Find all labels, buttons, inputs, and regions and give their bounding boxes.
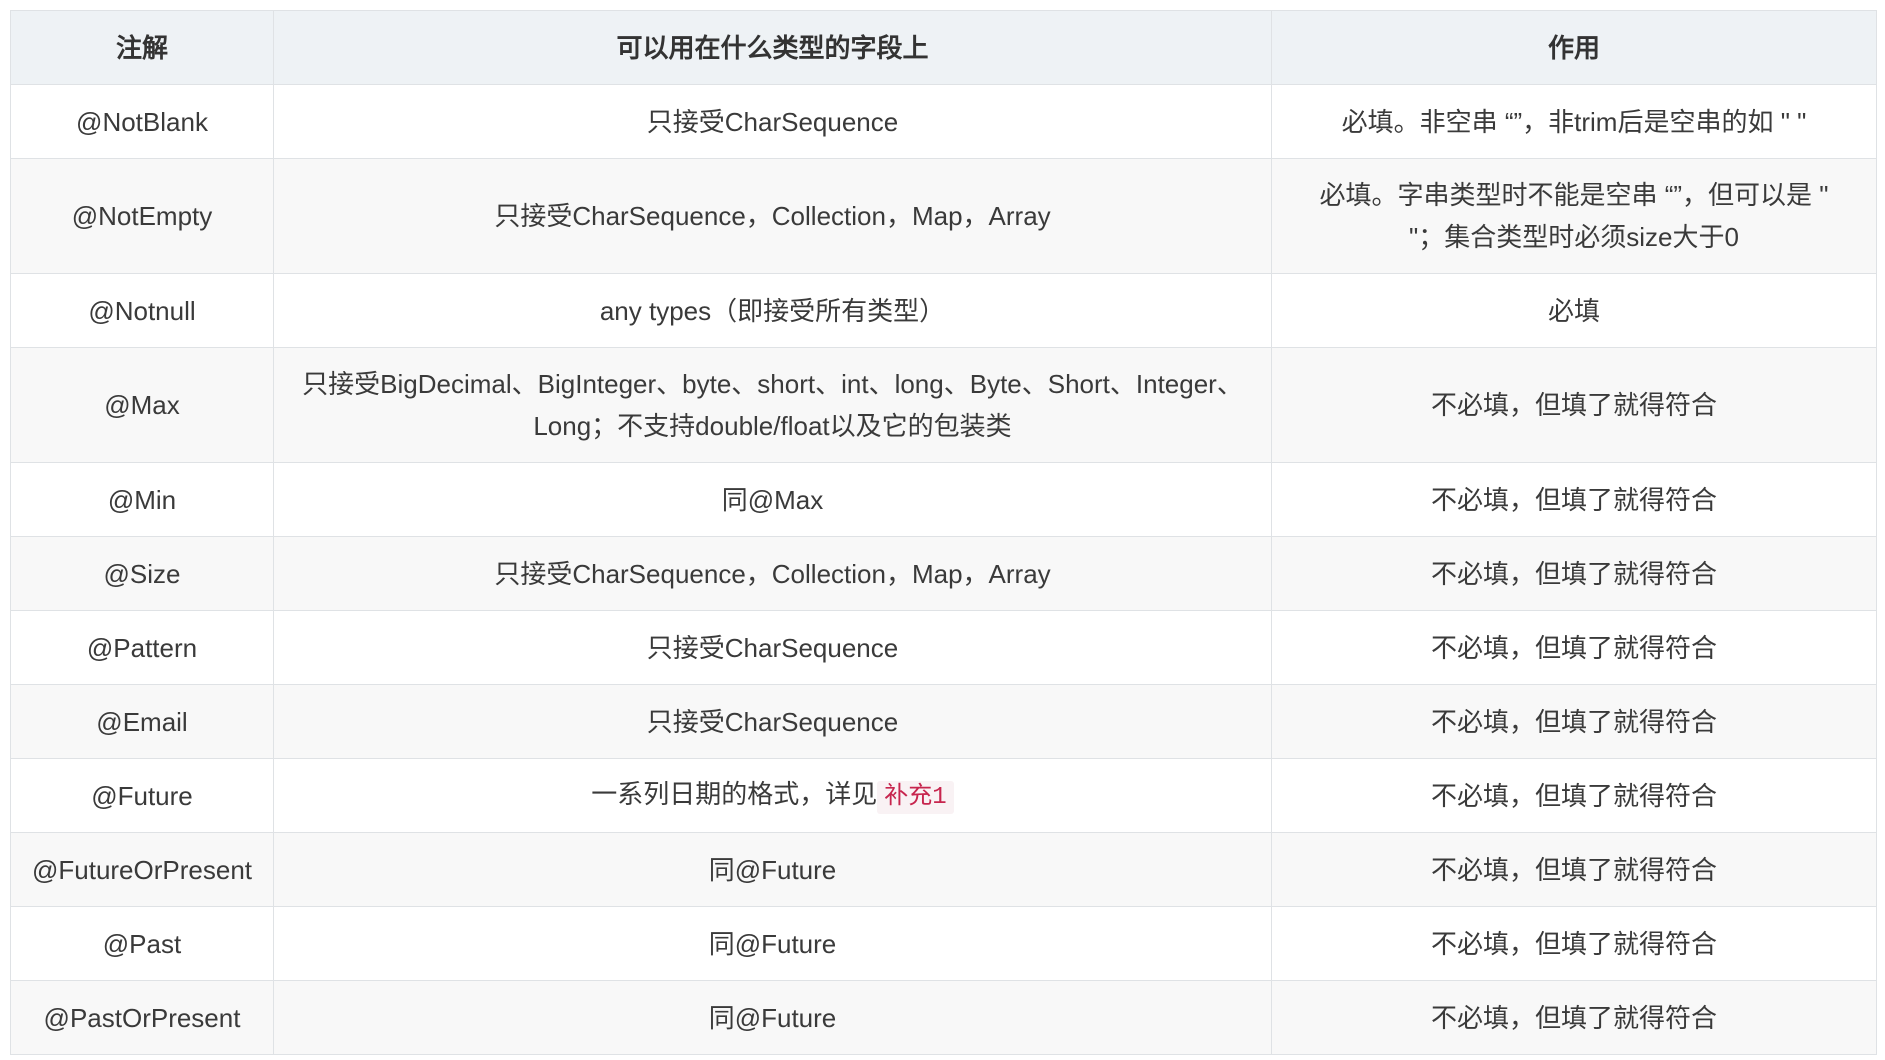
annotation-cell: @Notnull bbox=[10, 273, 274, 348]
types-cell: any types（即接受所有类型） bbox=[273, 273, 1272, 348]
column-header-effect: 作用 bbox=[1271, 10, 1877, 85]
types-cell: 只接受CharSequence，Collection，Map，Array bbox=[273, 536, 1272, 611]
table-header: 注解 可以用在什么类型的字段上 作用 bbox=[10, 10, 1877, 85]
table-row: @Future 一系列日期的格式，详见 补充1 不必填，但填了就得符合 bbox=[10, 758, 1877, 833]
table-body: @NotBlank 只接受CharSequence 必填。非空串 “”，非tri… bbox=[10, 84, 1877, 1055]
types-cell: 同@Future bbox=[273, 980, 1272, 1055]
table-row: @Pattern 只接受CharSequence 不必填，但填了就得符合 bbox=[10, 610, 1877, 685]
table-row: @NotEmpty 只接受CharSequence，Collection，Map… bbox=[10, 158, 1877, 274]
types-text: 一系列日期的格式，详见 bbox=[591, 778, 878, 809]
annotation-cell: @NotEmpty bbox=[10, 158, 274, 274]
types-cell: 同@Future bbox=[273, 906, 1272, 981]
effect-cell: 不必填，但填了就得符合 bbox=[1271, 980, 1877, 1055]
annotation-cell: @Min bbox=[10, 462, 274, 537]
table-row: @NotBlank 只接受CharSequence 必填。非空串 “”，非tri… bbox=[10, 84, 1877, 159]
annotation-cell: @Pattern bbox=[10, 610, 274, 685]
annotation-cell: @NotBlank bbox=[10, 84, 274, 159]
table-container: 注解 可以用在什么类型的字段上 作用 @NotBlank 只接受CharSequ… bbox=[10, 10, 1877, 1055]
effect-cell: 不必填，但填了就得符合 bbox=[1271, 462, 1877, 537]
table-row: @Size 只接受CharSequence，Collection，Map，Arr… bbox=[10, 536, 1877, 611]
table-row: @PastOrPresent 同@Future 不必填，但填了就得符合 bbox=[10, 980, 1877, 1055]
types-cell: 同@Max bbox=[273, 462, 1272, 537]
types-cell: 同@Future bbox=[273, 832, 1272, 907]
effect-cell: 不必填，但填了就得符合 bbox=[1271, 906, 1877, 981]
types-cell: 只接受BigDecimal、BigInteger、byte、short、int、… bbox=[273, 347, 1272, 463]
inline-code-reference: 补充1 bbox=[877, 780, 954, 814]
validation-annotations-table: 注解 可以用在什么类型的字段上 作用 @NotBlank 只接受CharSequ… bbox=[10, 10, 1877, 1055]
column-header-types: 可以用在什么类型的字段上 bbox=[273, 10, 1272, 85]
types-cell: 只接受CharSequence，Collection，Map，Array bbox=[273, 158, 1272, 274]
effect-cell: 不必填，但填了就得符合 bbox=[1271, 536, 1877, 611]
types-cell: 只接受CharSequence bbox=[273, 84, 1272, 159]
annotation-cell: @Size bbox=[10, 536, 274, 611]
header-row: 注解 可以用在什么类型的字段上 作用 bbox=[10, 10, 1877, 85]
effect-cell: 不必填，但填了就得符合 bbox=[1271, 832, 1877, 907]
annotation-cell: @FutureOrPresent bbox=[10, 832, 274, 907]
effect-cell: 必填 bbox=[1271, 273, 1877, 348]
annotation-cell: @PastOrPresent bbox=[10, 980, 274, 1055]
annotation-cell: @Email bbox=[10, 684, 274, 759]
table-row: @Email 只接受CharSequence 不必填，但填了就得符合 bbox=[10, 684, 1877, 759]
types-cell: 只接受CharSequence bbox=[273, 684, 1272, 759]
column-header-annotation: 注解 bbox=[10, 10, 274, 85]
annotation-cell: @Past bbox=[10, 906, 274, 981]
table-row: @Past 同@Future 不必填，但填了就得符合 bbox=[10, 906, 1877, 981]
annotation-cell: @Max bbox=[10, 347, 274, 463]
effect-cell: 不必填，但填了就得符合 bbox=[1271, 347, 1877, 463]
effect-cell: 必填。非空串 “”，非trim后是空串的如 " " bbox=[1271, 84, 1877, 159]
table-row: @Min 同@Max 不必填，但填了就得符合 bbox=[10, 462, 1877, 537]
types-cell: 只接受CharSequence bbox=[273, 610, 1272, 685]
effect-cell: 不必填，但填了就得符合 bbox=[1271, 758, 1877, 833]
effect-cell: 不必填，但填了就得符合 bbox=[1271, 684, 1877, 759]
table-row: @Notnull any types（即接受所有类型） 必填 bbox=[10, 273, 1877, 348]
annotation-cell: @Future bbox=[10, 758, 274, 833]
effect-cell: 必填。字串类型时不能是空串 “”，但可以是 " "；集合类型时必须size大于0 bbox=[1271, 158, 1877, 274]
table-row: @FutureOrPresent 同@Future 不必填，但填了就得符合 bbox=[10, 832, 1877, 907]
types-cell: 一系列日期的格式，详见 补充1 bbox=[273, 758, 1272, 833]
effect-cell: 不必填，但填了就得符合 bbox=[1271, 610, 1877, 685]
table-row: @Max 只接受BigDecimal、BigInteger、byte、short… bbox=[10, 347, 1877, 463]
